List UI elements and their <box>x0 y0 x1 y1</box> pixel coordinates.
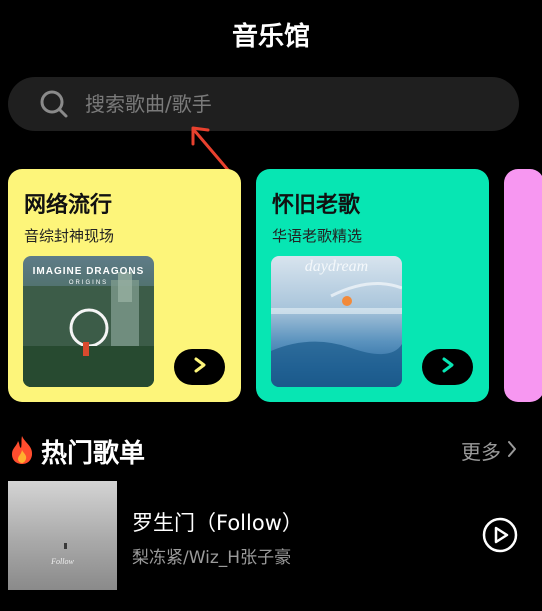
card-subtitle: 华语老歌精选 <box>272 227 363 245</box>
flame-icon <box>9 435 35 469</box>
playlist-card-oldies[interactable]: 怀旧老歌 华语老歌精选 daydream <box>256 169 489 402</box>
card-subtitle: 音综封神现场 <box>24 227 115 245</box>
cover-text: Follow <box>51 557 74 566</box>
chevron-right-icon <box>507 439 517 463</box>
card-cover-image: daydream <box>271 256 402 387</box>
cover-text: IMAGINE DRAGONS <box>32 266 145 277</box>
playlist-card-partial[interactable] <box>504 169 542 402</box>
card-play-button[interactable] <box>174 349 225 385</box>
search-bar[interactable] <box>8 77 519 131</box>
card-cover-image: IMAGINE DRAGONS ORIGINS <box>23 256 154 387</box>
more-label: 更多 <box>461 440 501 464</box>
search-input[interactable] <box>85 92 465 116</box>
playlist-card-pop[interactable]: 网络流行 音综封神现场 IMAGINE DRAGONS ORIGINS <box>8 169 241 402</box>
search-icon <box>39 89 69 119</box>
section-header: 热门歌单 <box>9 433 145 470</box>
cover-subtext: ORIGINS <box>68 280 109 286</box>
cover-text: daydream <box>304 258 369 275</box>
card-title: 网络流行 <box>24 193 113 218</box>
more-link[interactable]: 更多 <box>461 436 517 465</box>
song-artist: 梨冻紧/Wiz_H张子豪 <box>132 548 292 568</box>
card-title: 怀旧老歌 <box>272 193 361 218</box>
list-item[interactable]: Follow 罗生门（Follow） 梨冻紧/Wiz_H张子豪 <box>8 481 528 590</box>
card-play-button[interactable] <box>422 349 473 385</box>
play-icon <box>193 357 207 377</box>
page-title: 音乐馆 <box>231 22 310 52</box>
play-circle-icon[interactable] <box>482 517 518 553</box>
song-cover-image: Follow <box>8 481 117 590</box>
section-title: 热门歌单 <box>41 439 146 469</box>
play-icon <box>441 357 455 377</box>
song-title: 罗生门（Follow） <box>132 511 303 535</box>
